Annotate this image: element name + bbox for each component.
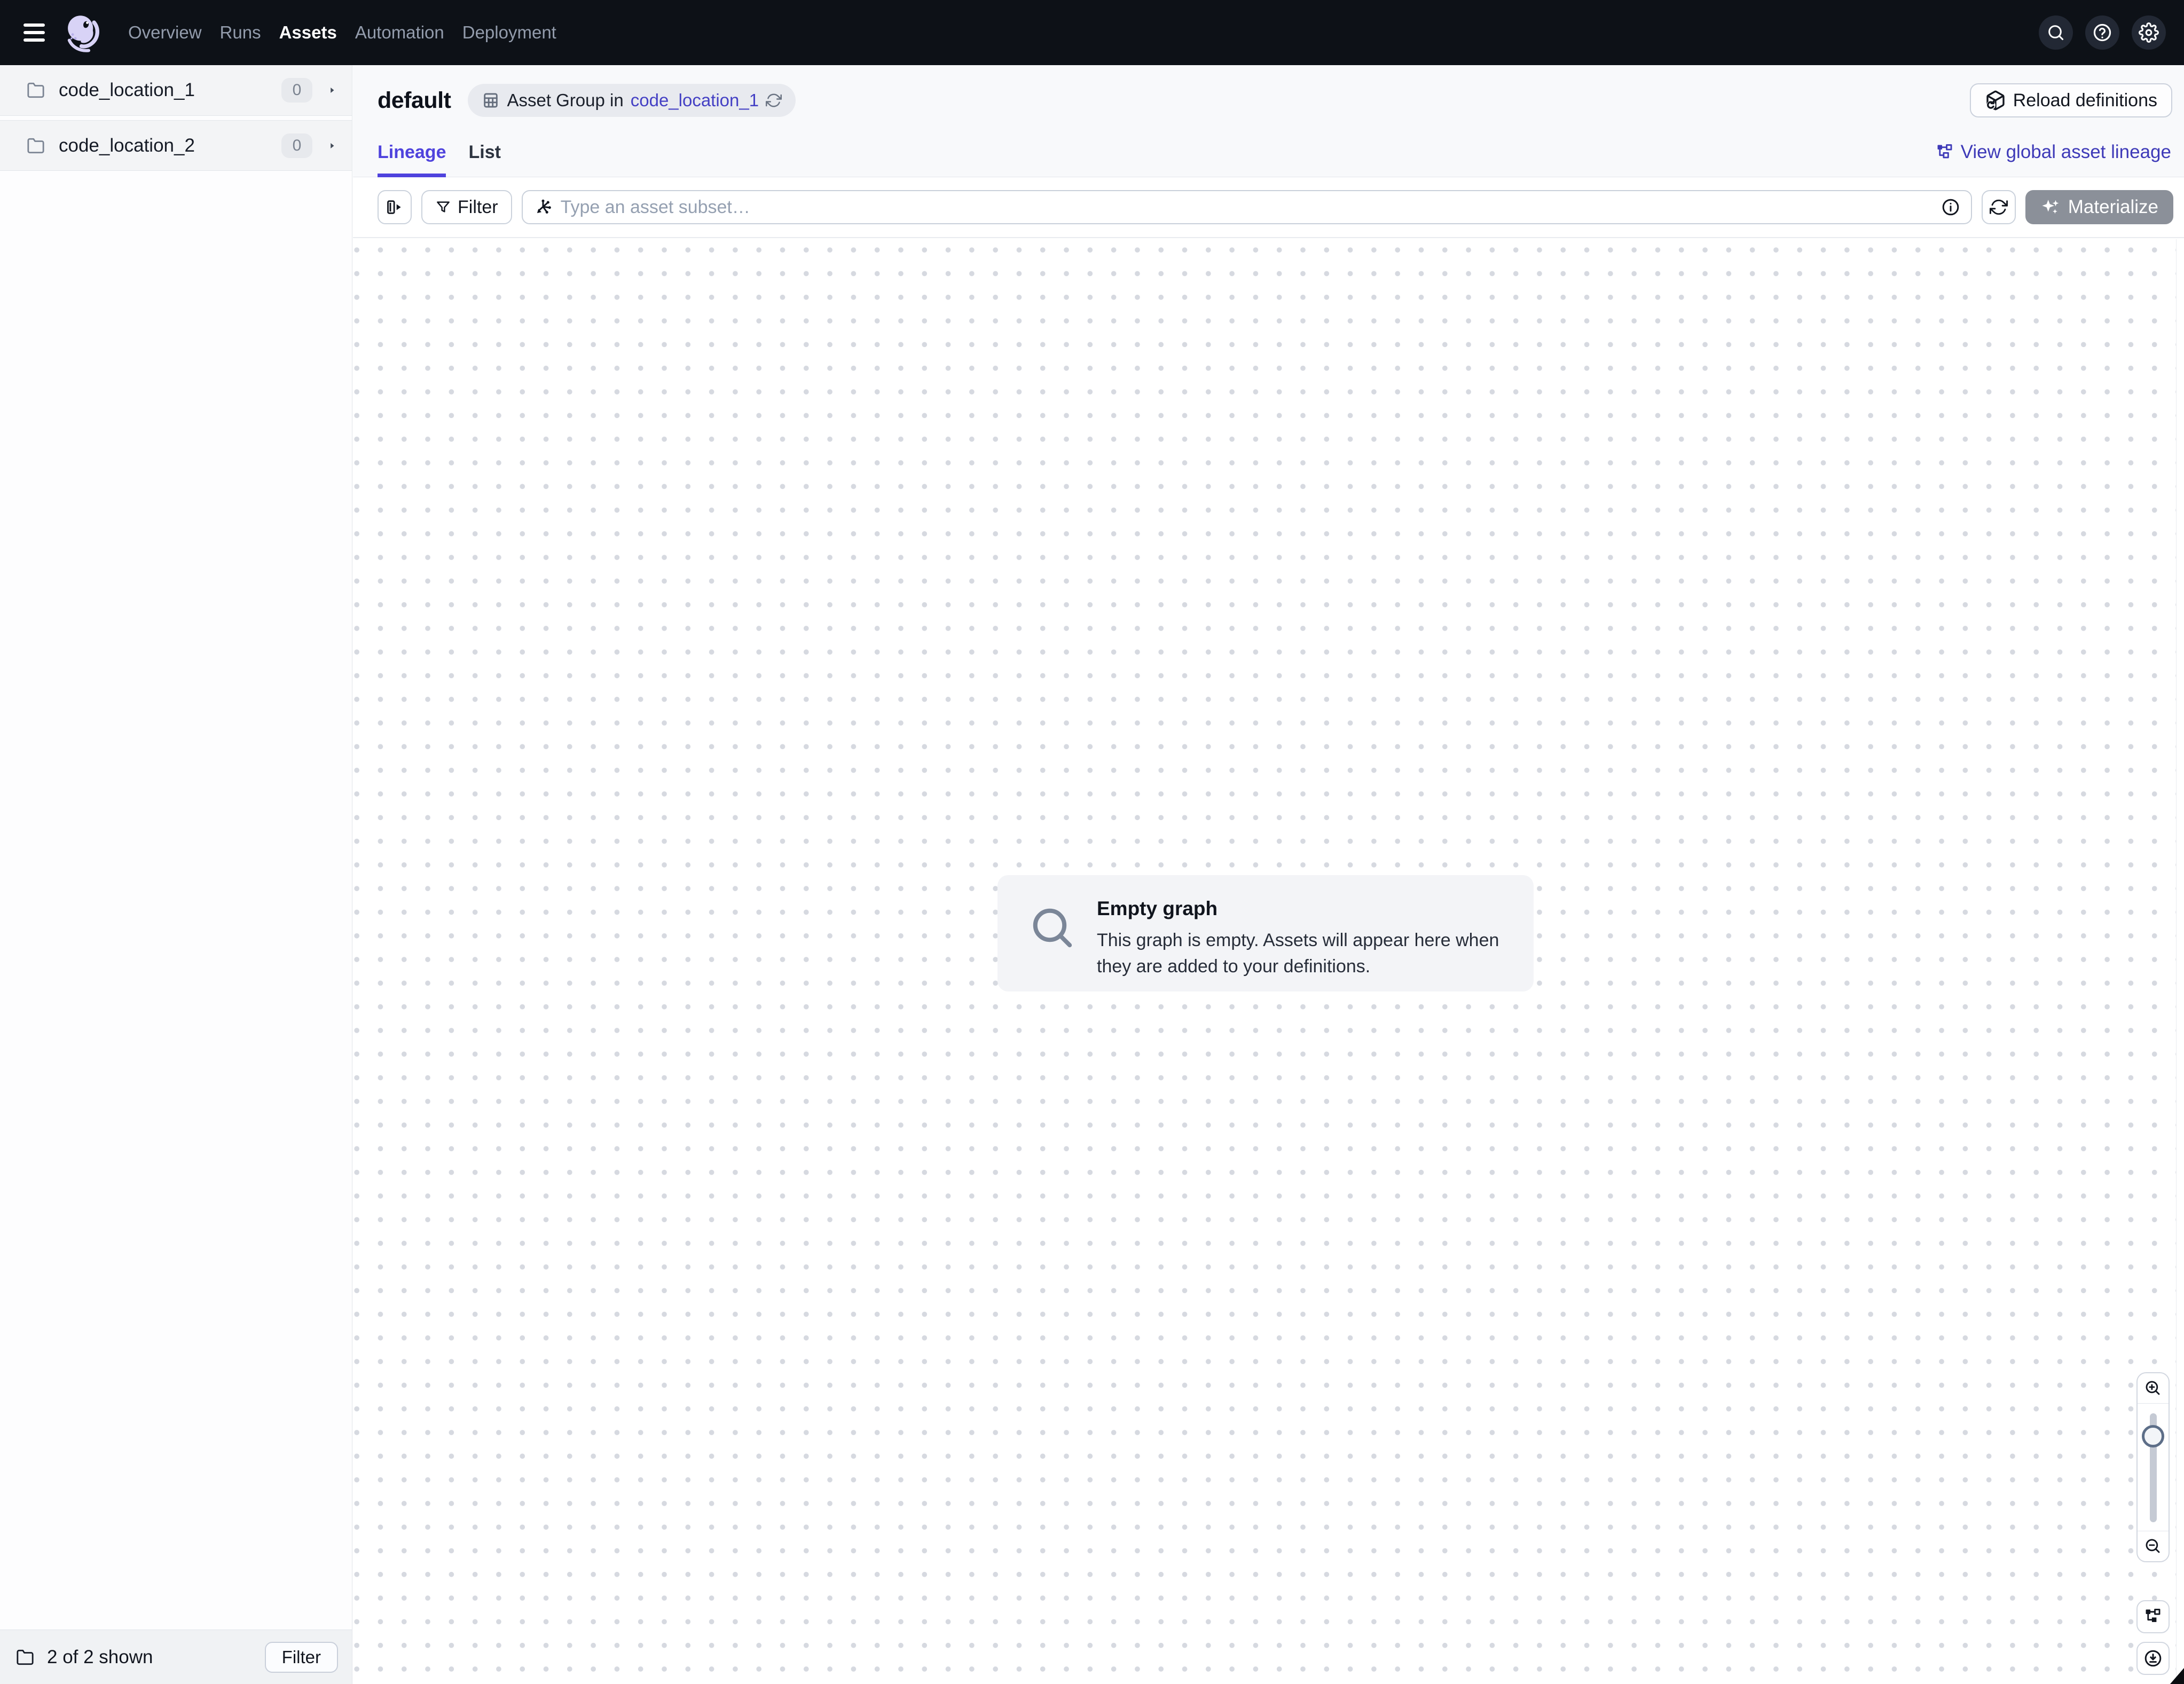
chevron-right-icon[interactable] xyxy=(326,84,338,96)
view-global-asset-lineage-label: View global asset lineage xyxy=(1961,141,2171,163)
sync-icon[interactable] xyxy=(766,92,782,108)
lineage-toolbar: Filter xyxy=(353,177,2184,238)
reload-definitions-button[interactable]: Reload definitions xyxy=(1970,83,2172,117)
page-title: default xyxy=(378,88,451,114)
sidebar-filter-button[interactable]: Filter xyxy=(265,1642,338,1673)
tab-list[interactable]: List xyxy=(468,128,500,177)
zoom-in-button[interactable] xyxy=(2138,1373,2169,1404)
page-header-band: default Asset Group in code_location_1 xyxy=(353,65,2184,177)
op-selector-icon xyxy=(533,198,553,217)
sparkles-icon xyxy=(2040,197,2061,217)
funnel-icon xyxy=(435,199,451,215)
graph-filter-button[interactable]: Filter xyxy=(421,190,512,224)
asset-count-badge: 0 xyxy=(281,133,312,158)
main-content: default Asset Group in code_location_1 xyxy=(353,65,2184,1684)
help-button[interactable] xyxy=(2085,15,2119,50)
nav-automation[interactable]: Automation xyxy=(355,22,444,43)
page-header: default Asset Group in code_location_1 xyxy=(353,65,2184,128)
zoom-slider[interactable] xyxy=(2138,1404,2169,1531)
nav-assets[interactable]: Assets xyxy=(279,22,337,43)
asset-subset-field xyxy=(522,190,1972,224)
chevron-right-icon[interactable] xyxy=(326,140,338,152)
reload-cube-icon xyxy=(1985,90,2006,111)
primary-nav: Overview Runs Assets Automation Deployme… xyxy=(128,22,556,43)
hamburger-menu-button[interactable] xyxy=(23,20,48,45)
nav-runs[interactable]: Runs xyxy=(220,22,261,43)
empty-graph-title: Empty graph xyxy=(1097,898,1217,920)
view-global-asset-lineage-link[interactable]: View global asset lineage xyxy=(1936,141,2171,163)
sidebar-empty-space xyxy=(0,171,352,1630)
asset-subset-input[interactable] xyxy=(561,197,1933,218)
help-icon xyxy=(2092,22,2112,43)
asset-group-icon xyxy=(482,91,500,109)
search-icon xyxy=(2046,23,2065,42)
folder-icon xyxy=(27,81,45,99)
badge-prefix-text: Asset Group in xyxy=(507,90,623,111)
lineage-graph-icon xyxy=(2144,1608,2162,1626)
lineage-graph-icon xyxy=(1936,143,1954,161)
nav-overview[interactable]: Overview xyxy=(128,22,202,43)
sidebar-footer: 2 of 2 shown Filter xyxy=(0,1630,352,1684)
graph-filter-label: Filter xyxy=(458,197,498,218)
asset-group-badge: Asset Group in code_location_1 xyxy=(468,84,796,117)
zoom-slider-thumb[interactable] xyxy=(2142,1425,2164,1447)
panel-expand-icon xyxy=(386,198,404,216)
materialize-button[interactable]: Materialize xyxy=(2025,190,2173,224)
reload-definitions-label: Reload definitions xyxy=(2013,90,2157,111)
fit-graph-button[interactable] xyxy=(2136,1600,2170,1633)
search-button[interactable] xyxy=(2039,15,2073,50)
zoom-out-icon xyxy=(2144,1537,2162,1555)
top-navbar: Overview Runs Assets Automation Deployme… xyxy=(0,0,2184,65)
info-icon[interactable] xyxy=(1941,198,1960,217)
asset-groups-sidebar: code_location_1 0 code_location_2 0 2 of… xyxy=(0,65,352,1684)
gear-icon xyxy=(2139,22,2159,43)
asset-count-badge: 0 xyxy=(281,78,312,103)
nav-deployment[interactable]: Deployment xyxy=(462,22,556,43)
code-location-name: code_location_1 xyxy=(59,80,195,101)
empty-graph-card: Empty graph This graph is empty. Assets … xyxy=(997,875,1534,991)
scrollbar-gutter xyxy=(2176,239,2184,1684)
zoom-in-icon xyxy=(2144,1379,2162,1397)
expand-sidebar-panel-button[interactable] xyxy=(378,190,412,224)
download-graph-button[interactable] xyxy=(2136,1642,2170,1675)
zoom-control-panel xyxy=(2136,1372,2170,1562)
zoom-out-button[interactable] xyxy=(2138,1531,2169,1561)
refresh-icon xyxy=(1990,198,2008,216)
settings-button[interactable] xyxy=(2132,15,2166,50)
code-location-name: code_location_2 xyxy=(59,135,195,156)
folder-icon xyxy=(16,1648,34,1666)
navbar-actions xyxy=(2039,15,2166,50)
empty-graph-description: This graph is empty. Assets will appear … xyxy=(1097,927,1508,980)
magnifier-icon xyxy=(1027,903,1079,954)
folder-icon xyxy=(27,137,45,155)
sidebar-item-code-location-2[interactable]: code_location_2 0 xyxy=(0,120,352,171)
materialize-label: Materialize xyxy=(2068,196,2158,218)
lineage-graph-canvas[interactable]: Empty graph This graph is empty. Assets … xyxy=(353,239,2184,1684)
shown-count-summary: 2 of 2 shown xyxy=(47,1647,153,1668)
code-location-link[interactable]: code_location_1 xyxy=(631,90,759,111)
sidebar-item-code-location-1[interactable]: code_location_1 0 xyxy=(0,65,352,116)
row-gap xyxy=(0,116,352,120)
dagster-logo[interactable] xyxy=(63,12,105,53)
refresh-graph-button[interactable] xyxy=(1982,190,2016,224)
download-icon xyxy=(2143,1649,2163,1668)
tab-lineage[interactable]: Lineage xyxy=(378,128,446,177)
tabs-row: Lineage List View global asset lineage xyxy=(353,128,2184,177)
